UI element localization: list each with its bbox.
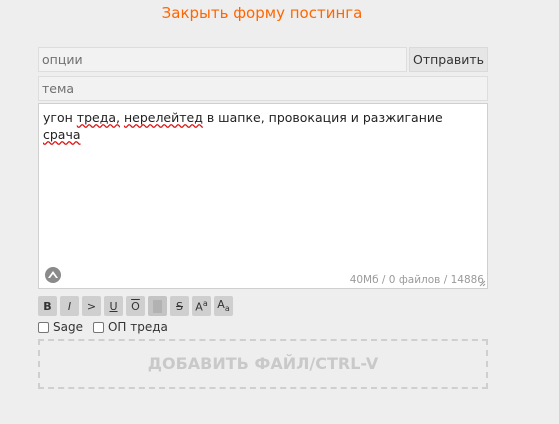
strikethrough-button[interactable]: S bbox=[170, 296, 189, 316]
subscript-mark: a bbox=[224, 304, 230, 314]
strikethrough-icon: S bbox=[176, 299, 183, 313]
superscript-base: A bbox=[195, 300, 203, 314]
superscript-icon: Aa bbox=[195, 299, 207, 314]
close-form-link[interactable]: Закрыть форму постинга bbox=[0, 4, 524, 22]
quote-button[interactable]: > bbox=[82, 296, 101, 316]
overline-icon: O bbox=[131, 299, 140, 313]
resize-handle-icon[interactable] bbox=[479, 280, 486, 287]
op-checkbox-label[interactable]: ОП треда bbox=[92, 320, 168, 334]
op-checkbox[interactable] bbox=[92, 321, 104, 333]
underline-button[interactable]: U bbox=[104, 296, 123, 316]
file-dropzone[interactable]: ДОБАВИТЬ ФАЙЛ/CTRL-V bbox=[38, 339, 488, 389]
bold-icon: B bbox=[43, 299, 52, 313]
bold-button[interactable]: B bbox=[38, 296, 57, 316]
message-word: угон bbox=[43, 110, 73, 125]
message-word-misspelled: треда, bbox=[76, 110, 120, 125]
spoiler-icon bbox=[153, 299, 162, 313]
op-label: ОП треда bbox=[107, 320, 168, 334]
italic-icon: I bbox=[67, 299, 72, 313]
markup-toolbar: B I > U O S Aa Aa bbox=[38, 296, 233, 316]
post-options: Sage ОП треда bbox=[38, 320, 178, 334]
file-limit-counter: 40Мб / 0 файлов / 14886 bbox=[349, 274, 484, 286]
subject-input[interactable] bbox=[38, 76, 488, 101]
message-word-misspelled: срача bbox=[43, 127, 81, 142]
overline-button[interactable]: O bbox=[126, 296, 145, 316]
quote-icon: > bbox=[86, 299, 97, 313]
superscript-mark: a bbox=[202, 298, 208, 308]
submit-button[interactable]: Отправить bbox=[409, 47, 488, 72]
message-word-misspelled: нерелейтед bbox=[123, 110, 203, 125]
message-text: угон треда, нерелейтед в шапке, провокац… bbox=[43, 109, 483, 143]
grammar-check-icon[interactable] bbox=[45, 267, 61, 283]
subscript-button[interactable]: Aa bbox=[214, 296, 233, 316]
subscript-icon: Aa bbox=[217, 298, 229, 313]
sage-checkbox[interactable] bbox=[38, 321, 49, 333]
options-input[interactable] bbox=[38, 47, 407, 72]
sage-label: Sage bbox=[53, 320, 83, 334]
message-textarea[interactable]: угон треда, нерелейтед в шапке, провокац… bbox=[38, 103, 488, 289]
spoiler-button[interactable] bbox=[148, 296, 167, 316]
message-word: провокация и разжигание bbox=[268, 110, 443, 125]
sage-checkbox-label[interactable]: Sage bbox=[38, 320, 83, 334]
subscript-base: A bbox=[217, 298, 225, 312]
italic-button[interactable]: I bbox=[60, 296, 79, 316]
superscript-button[interactable]: Aa bbox=[192, 296, 211, 316]
underline-icon: U bbox=[109, 299, 118, 313]
posting-form: Закрыть форму постинга Отправить угон тр… bbox=[0, 0, 559, 424]
message-word: в шапке, bbox=[206, 110, 265, 125]
